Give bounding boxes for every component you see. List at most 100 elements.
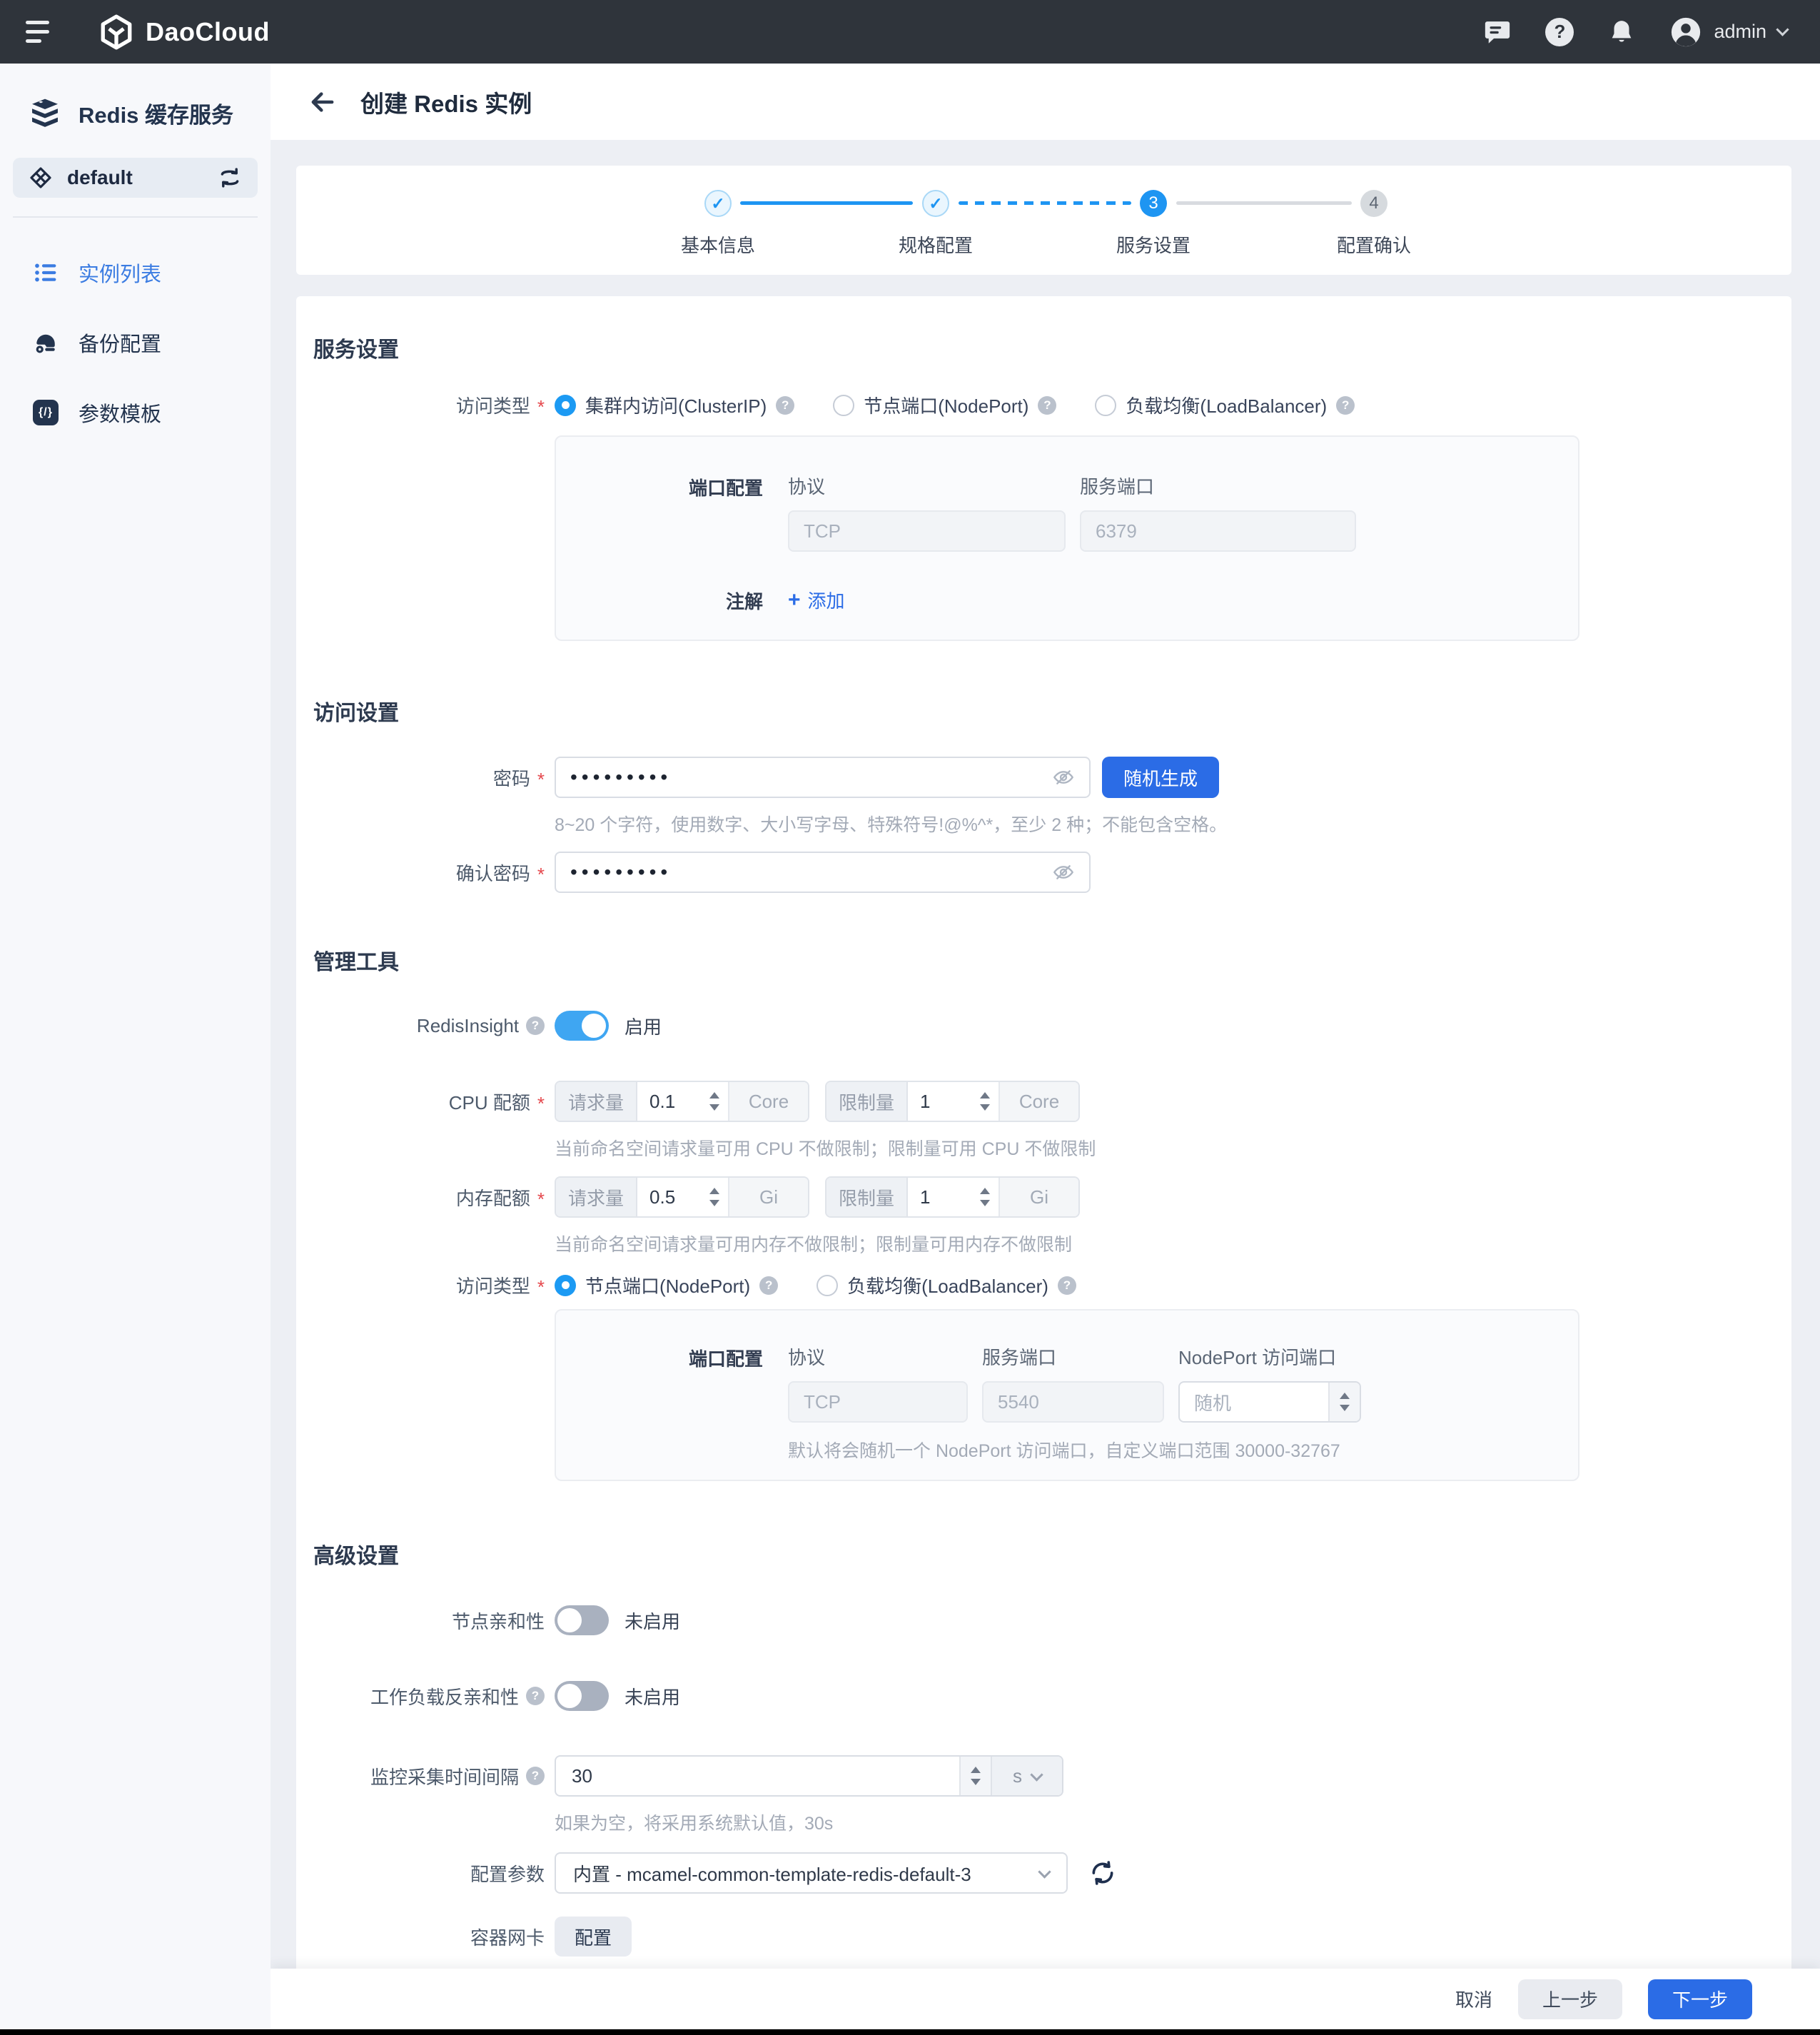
step-4-circle[interactable]: 4 xyxy=(1360,190,1387,217)
toggle-state-label: 未启用 xyxy=(625,1607,680,1634)
nodeport-input[interactable]: 随机 xyxy=(1178,1381,1361,1423)
step-4-label[interactable]: 配置确认 xyxy=(1337,231,1411,258)
generate-password-button[interactable]: 随机生成 xyxy=(1102,757,1219,798)
monitor-interval-input[interactable]: 30 s xyxy=(555,1755,1063,1797)
service-port-header: 服务端口 xyxy=(1080,473,1356,499)
step-connector xyxy=(740,201,913,205)
stepper-arrows[interactable] xyxy=(701,1178,728,1216)
cpu-limit-input[interactable]: 1 xyxy=(908,1082,971,1121)
node-affinity-toggle[interactable] xyxy=(555,1605,609,1635)
step-1-circle[interactable]: ✓ xyxy=(704,190,732,217)
workload-anti-affinity-toggle[interactable] xyxy=(555,1681,609,1711)
step-2-label[interactable]: 规格配置 xyxy=(899,231,973,258)
radio-loadbalancer[interactable]: 负载均衡(LoadBalancer) ? xyxy=(1095,392,1355,418)
prefix-label: 请求量 xyxy=(556,1082,637,1121)
memory-hint: 当前命名空间请求量可用内存不做限制；限制量可用内存不做限制 xyxy=(555,1231,1072,1256)
stepper-arrows[interactable] xyxy=(971,1082,999,1121)
namespace-selector[interactable]: default xyxy=(13,158,258,198)
menu-toggle-icon[interactable] xyxy=(26,16,57,48)
service-port-input: 5540 xyxy=(982,1381,1164,1423)
radio-nodeport[interactable]: 节点端口(NodePort) ? xyxy=(833,392,1056,418)
memory-request-group: 请求量 0.5 Gi xyxy=(555,1176,809,1218)
eye-off-icon[interactable] xyxy=(1052,766,1075,789)
username: admin xyxy=(1714,21,1766,43)
password-input[interactable]: ••••••••• xyxy=(555,757,1091,798)
help-icon[interactable]: ? xyxy=(1038,396,1056,415)
nic-configure-button[interactable]: 配置 xyxy=(555,1917,632,1956)
required-asterisk: * xyxy=(537,1188,545,1211)
next-step-button[interactable]: 下一步 xyxy=(1648,1979,1752,2019)
help-icon[interactable]: ? xyxy=(526,1767,545,1785)
radio-icon[interactable] xyxy=(1095,395,1116,416)
sidebar-item-instance-list[interactable]: 实例列表 xyxy=(0,258,271,288)
back-arrow-icon[interactable] xyxy=(308,87,338,117)
radio-selected-icon[interactable] xyxy=(555,1275,576,1296)
help-icon[interactable]: ? xyxy=(1336,396,1355,415)
switch-namespace-icon[interactable] xyxy=(218,166,242,190)
unit-label: Core xyxy=(999,1082,1078,1121)
confirm-password-input[interactable]: ••••••••• xyxy=(555,852,1091,893)
cpu-request-input[interactable]: 0.1 xyxy=(637,1082,701,1121)
step-3-label[interactable]: 服务设置 xyxy=(1116,231,1190,258)
top-navbar: DaoCloud ? admin xyxy=(0,0,1820,64)
help-icon[interactable]: ? xyxy=(526,1687,545,1705)
page-title: 创建 Redis 实例 xyxy=(360,85,532,119)
radio-selected-icon[interactable] xyxy=(555,395,576,416)
stepper-arrows[interactable] xyxy=(1328,1383,1360,1421)
step-connector xyxy=(959,201,1131,205)
previous-step-button[interactable]: 上一步 xyxy=(1518,1979,1622,2019)
memory-limit-group: 限制量 1 Gi xyxy=(825,1176,1080,1218)
help-icon[interactable]: ? xyxy=(1058,1276,1076,1295)
redisinsight-row: RedisInsight ? 启用 xyxy=(296,1011,1791,1041)
sidebar-item-parameter-template[interactable]: {/} 参数模板 xyxy=(0,398,271,428)
unit-select[interactable]: s xyxy=(991,1757,1062,1795)
service-port-input: 6379 xyxy=(1080,510,1356,552)
node-affinity-row: 节点亲和性 未启用 xyxy=(296,1605,1791,1635)
radio-clusterip[interactable]: 集群内访问(ClusterIP) ? xyxy=(555,392,794,418)
avatar xyxy=(1669,16,1702,49)
user-menu[interactable]: admin xyxy=(1669,16,1787,49)
memory-limit-input[interactable]: 1 xyxy=(908,1178,971,1216)
step-1-label[interactable]: 基本信息 xyxy=(681,231,755,258)
cancel-button[interactable]: 取消 xyxy=(1455,1986,1492,2012)
help-icon[interactable]: ? xyxy=(759,1276,778,1295)
sidebar-item-backup-config[interactable]: 备份配置 xyxy=(0,328,271,358)
field-label: 监控采集时间间隔 xyxy=(370,1763,519,1789)
chevron-down-icon xyxy=(1776,23,1789,36)
namespace-icon xyxy=(29,166,53,190)
section-title-tools: 管理工具 xyxy=(296,944,1791,976)
add-annotation-button[interactable]: + 添加 xyxy=(788,587,845,613)
form-card: 服务设置 访问类型 * 集群内访问(ClusterIP) ? 节点端口(Node… xyxy=(296,296,1791,1996)
step-3-circle[interactable]: 3 xyxy=(1140,190,1167,217)
stepper-arrows[interactable] xyxy=(959,1757,991,1795)
radio-tool-loadbalancer[interactable]: 负载均衡(LoadBalancer) ? xyxy=(817,1272,1076,1298)
help-icon[interactable]: ? xyxy=(526,1016,545,1035)
redisinsight-toggle[interactable] xyxy=(555,1011,609,1041)
required-asterisk: * xyxy=(537,1276,545,1298)
field-label: 内存配额 xyxy=(456,1184,530,1211)
chat-icon[interactable] xyxy=(1482,17,1512,47)
help-icon[interactable]: ? xyxy=(1545,18,1574,46)
field-label: 配置参数 xyxy=(470,1860,545,1887)
radio-tool-nodeport[interactable]: 节点端口(NodePort) ? xyxy=(555,1272,778,1298)
sidebar-item-label: 参数模板 xyxy=(79,398,161,428)
memory-request-input[interactable]: 0.5 xyxy=(637,1178,701,1216)
notifications-bell-icon[interactable] xyxy=(1607,17,1637,47)
stepper-arrows[interactable] xyxy=(701,1082,728,1121)
section-title-advanced: 高级设置 xyxy=(296,1538,1791,1570)
redis-service-icon xyxy=(29,96,61,129)
radio-icon[interactable] xyxy=(833,395,854,416)
stepper-arrows[interactable] xyxy=(971,1178,999,1216)
config-template-select[interactable]: 内置 - mcamel-common-template-redis-defaul… xyxy=(555,1852,1068,1894)
step-2-circle[interactable]: ✓ xyxy=(922,190,949,217)
protocol-header: 协议 xyxy=(788,1343,968,1370)
field-label: 容器网卡 xyxy=(470,1924,545,1950)
radio-icon[interactable] xyxy=(817,1275,838,1296)
annotation-label: 注解 xyxy=(556,586,763,614)
eye-off-icon[interactable] xyxy=(1052,861,1075,884)
refresh-icon[interactable] xyxy=(1089,1859,1116,1887)
check-icon: ✓ xyxy=(711,194,724,213)
prefix-label: 限制量 xyxy=(826,1082,908,1121)
check-icon: ✓ xyxy=(929,194,942,213)
help-icon[interactable]: ? xyxy=(776,396,794,415)
